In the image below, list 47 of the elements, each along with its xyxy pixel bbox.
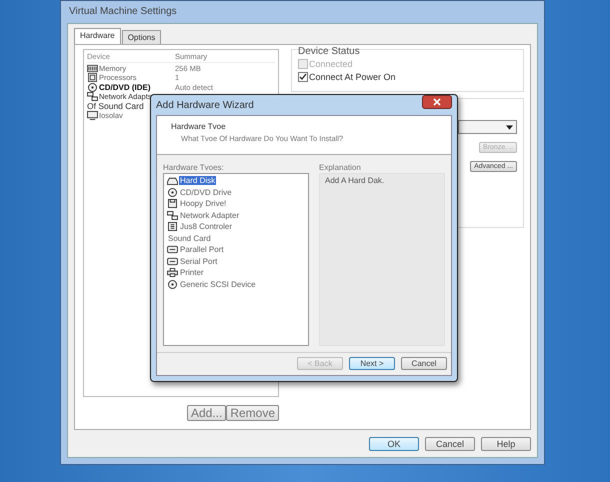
chip-icon <box>87 73 98 82</box>
port-icon <box>167 256 178 266</box>
tab[interactable]: Options <box>122 30 162 44</box>
group-title: Device Status <box>298 46 361 57</box>
hardware-type-item[interactable]: Hard Disk <box>179 176 216 186</box>
dialog-button[interactable]: Cancel <box>425 437 475 451</box>
hardware-type-item[interactable]: Serial Port <box>179 256 218 266</box>
dialog-button[interactable]: OK <box>369 437 419 451</box>
hardware-type-item[interactable]: Parallel Port <box>179 245 225 254</box>
floppy-icon <box>167 199 178 208</box>
list-button[interactable]: Remove <box>226 405 279 421</box>
disc-icon <box>167 280 178 289</box>
close-icon <box>433 98 441 106</box>
hardware-type-item[interactable]: Printer <box>179 268 205 278</box>
window-title: Add Hardware Wizard <box>156 100 254 110</box>
list-label: Hardware Tvoes: <box>163 163 225 172</box>
close-button[interactable] <box>422 95 452 109</box>
explanation-text: Add A Hard Dak. <box>325 176 384 185</box>
device-name[interactable]: CD/DVD (IDE) <box>99 82 151 92</box>
hardware-type-item[interactable]: Generic SCSI Device <box>179 280 257 289</box>
printer-icon <box>167 268 178 278</box>
device-name[interactable]: Of Sound Card <box>87 101 144 112</box>
wizard-heading: Hardware Tvoe <box>171 122 227 131</box>
hardware-type-item[interactable]: CD/DVD Drive <box>179 188 233 197</box>
list-button[interactable]: Add... <box>186 405 226 421</box>
network-icon <box>167 210 178 220</box>
disc-icon <box>167 188 178 197</box>
checkbox[interactable] <box>298 72 308 82</box>
caret-icon <box>506 124 513 130</box>
monitor-icon <box>87 111 98 120</box>
hardware-type-item[interactable]: Sound Card <box>167 234 212 243</box>
port-icon <box>167 245 178 254</box>
checkbox-option[interactable]: Connect At Power On <box>298 70 517 83</box>
connection-dropdown[interactable] <box>458 120 517 134</box>
memory-icon <box>87 64 98 73</box>
wizard-button[interactable]: Next > <box>349 357 395 370</box>
hardware-type-item[interactable]: Network Adapter <box>179 210 240 220</box>
wizard-button[interactable]: Cancel <box>401 357 447 370</box>
hardware-type-item[interactable]: Hoopy Drive! <box>179 199 228 208</box>
window-title: Virtual Machine Settings <box>68 5 178 19</box>
network-icon <box>87 92 98 102</box>
dialog-button[interactable]: Help <box>481 437 531 451</box>
explanation-label: Explanation <box>319 163 362 172</box>
usb-icon <box>167 222 178 232</box>
disc-icon <box>87 82 98 92</box>
tab[interactable]: Hardware <box>74 28 121 44</box>
hardware-type-item[interactable]: Jus8 Controler <box>179 222 234 232</box>
